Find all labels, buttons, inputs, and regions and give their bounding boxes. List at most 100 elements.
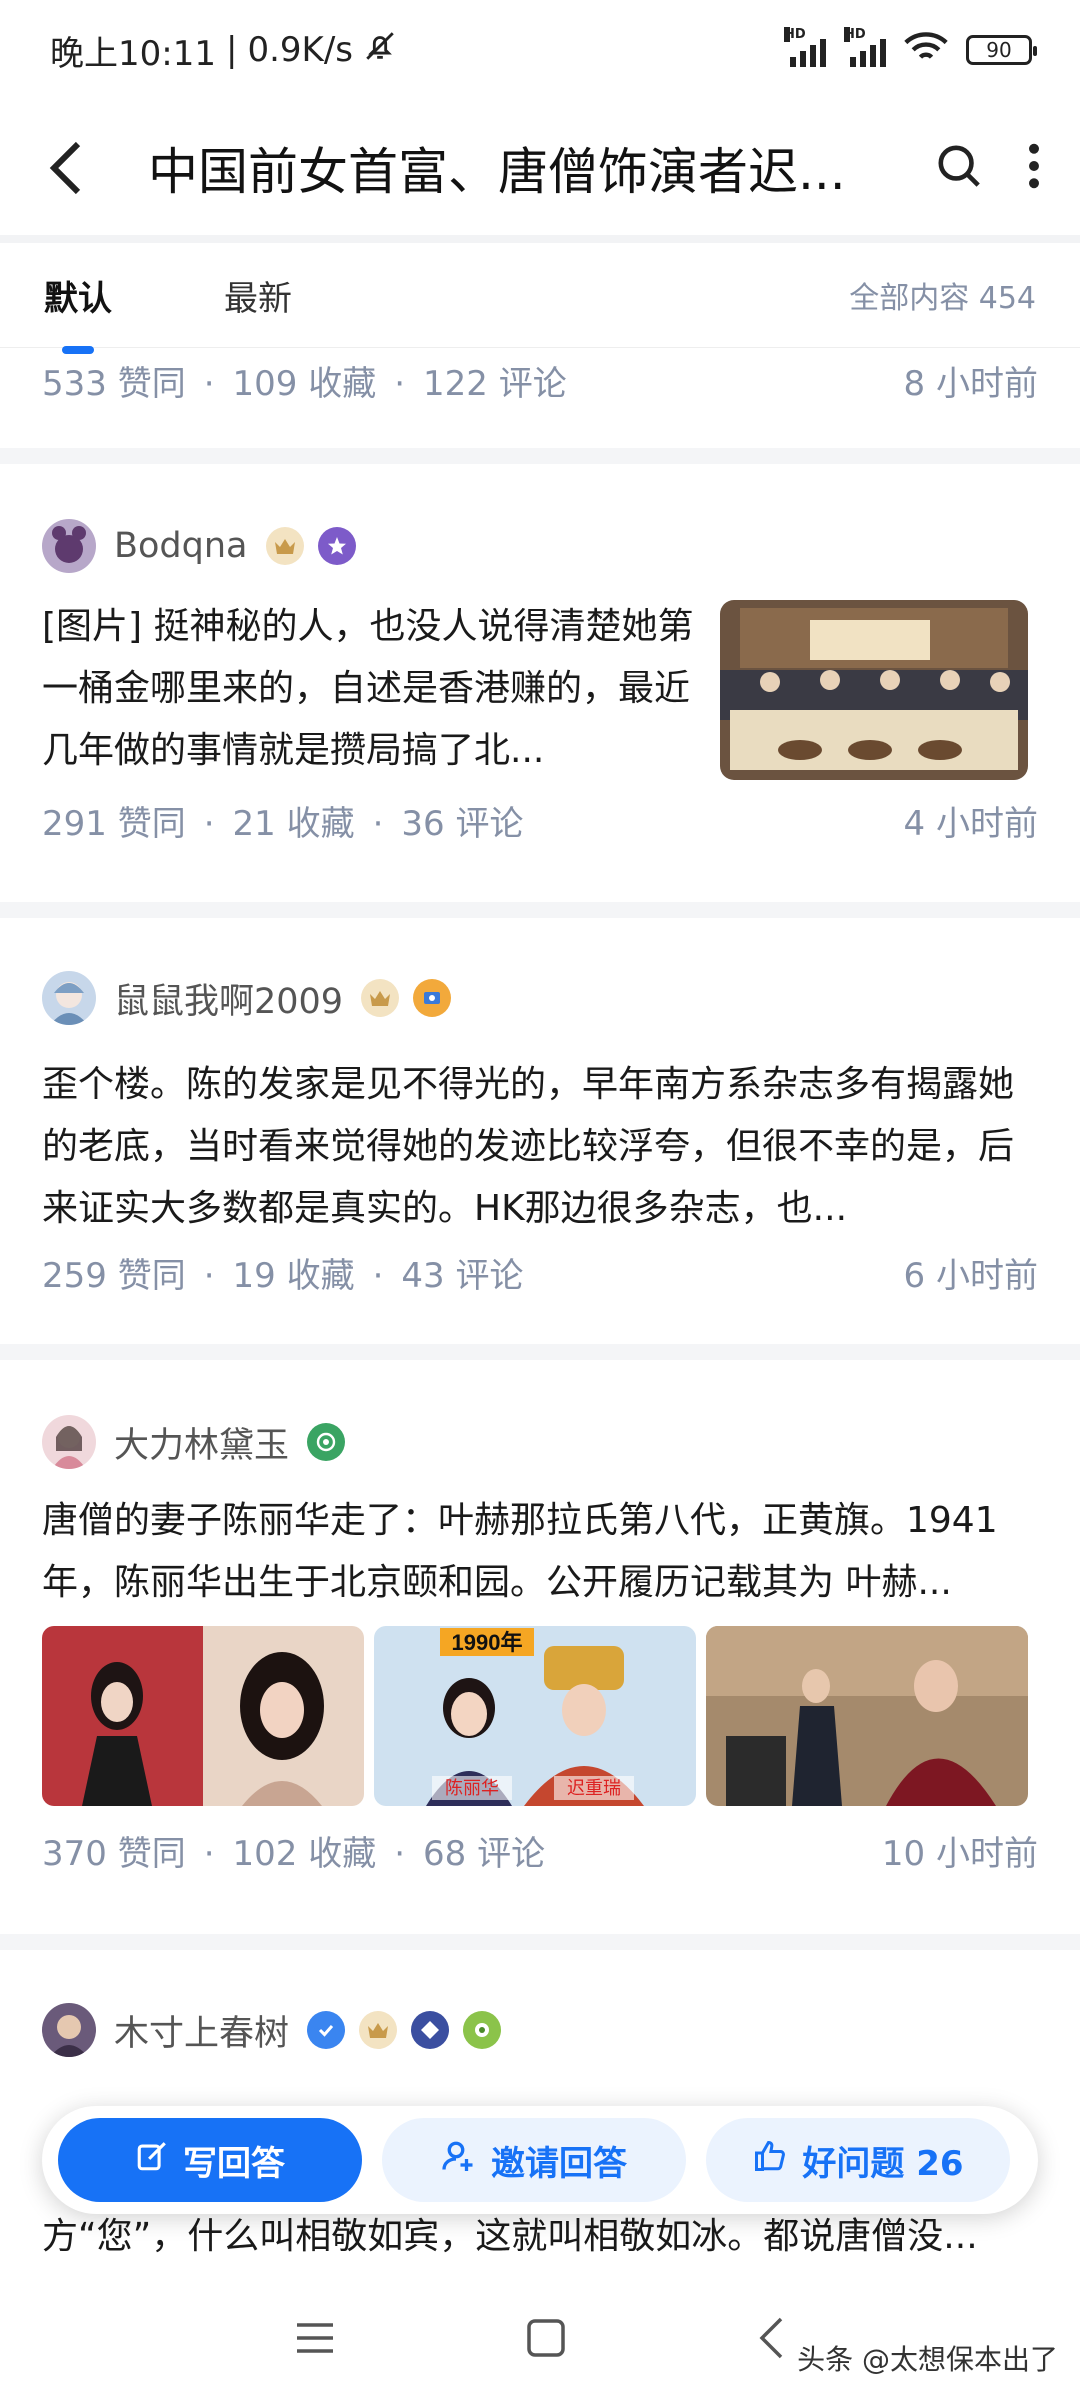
content-count: 全部内容 454 [849, 281, 1036, 316]
menu-icon[interactable] [295, 2320, 335, 2360]
image-label-right: 迟重瑞 [567, 1778, 621, 1798]
bell-muted-icon [363, 29, 397, 72]
answer-body[interactable]: [图片] 挺神秘的人，也没人说得清楚她第一桶金哪里来的，自述是香港赚的，最近几年… [42, 596, 1038, 782]
author-row[interactable]: Bodqna [42, 516, 1038, 576]
hd-label-2: HD [844, 27, 866, 42]
author-name[interactable]: 木寸上春树 [114, 2005, 289, 2056]
wifi-icon [904, 31, 948, 70]
battery-icon: 90 [966, 35, 1037, 65]
more-vertical-icon[interactable] [1028, 143, 1040, 193]
likes-count: 533 赞同 [42, 364, 186, 404]
favorites-count: 21 收藏 [232, 804, 355, 844]
tab-bar: 默认 最新 全部内容 454 [0, 243, 1080, 354]
header-actions [936, 143, 1040, 193]
answer-stats: 259 赞同 · 19 收藏 · 43 评论 6 小时前 [42, 1248, 1038, 1297]
author-name[interactable]: Bodqna [114, 526, 248, 566]
tab-latest[interactable]: 最新 [224, 271, 292, 320]
thumbs-up-icon [752, 2138, 788, 2183]
answer-card-2[interactable]: Bodqna [图片] 挺神秘的人，也没人说得清楚她第一桶金哪里来的，自述是香港… [0, 516, 1080, 845]
avatar[interactable] [42, 1415, 96, 1469]
likes-count: 370 赞同 [42, 1834, 186, 1874]
author-row[interactable]: 鼠鼠我啊2009 [42, 968, 1038, 1028]
header: 中国前女首富、唐僧饰演者迟... [0, 100, 1080, 235]
answer-time: 10 小时前 [881, 1834, 1038, 1874]
answer-image-row[interactable]: 1990年 陈丽华 迟重瑞 [42, 1626, 1038, 1806]
status-time: 晚上10:11 [50, 33, 216, 74]
edit-icon [135, 2139, 169, 2182]
header-divider [0, 235, 1080, 243]
comments-count: 122 评论 [423, 364, 567, 404]
card-separator [0, 1934, 1080, 1950]
search-icon[interactable] [936, 143, 982, 193]
watermark: 头条 @太想保本出了 [797, 2343, 1058, 2376]
comments-count: 68 评论 [423, 1834, 546, 1874]
likes-count: 259 赞同 [42, 1256, 186, 1296]
answer-card-3[interactable]: 鼠鼠我啊2009 歪个楼。陈的发家是见不得光的，早年南方系杂志多有揭露她的老底，… [0, 968, 1080, 1297]
battery-level: 90 [986, 38, 1012, 62]
author-name[interactable]: 大力林黛玉 [114, 1417, 289, 1468]
answer-thumbnail[interactable] [720, 600, 1028, 780]
back-nav-icon[interactable] [757, 2316, 785, 2364]
crown-badge-icon [359, 2011, 398, 2049]
answer-image-1[interactable] [42, 1626, 364, 1806]
home-icon[interactable] [526, 2318, 566, 2362]
diamond-badge-icon [411, 2011, 450, 2049]
answer-image-2[interactable]: 1990年 陈丽华 迟重瑞 [374, 1626, 696, 1806]
card-separator [0, 1344, 1080, 1360]
answer-card-4[interactable]: 大力林黛玉 唐僧的妻子陈丽华走了：叶赫那拉氏第八代，正黄旗。1941年，陈丽华出… [0, 1412, 1080, 1875]
author-row[interactable]: 大力林黛玉 [42, 1412, 1038, 1472]
image-caption: 1990年 [452, 1630, 523, 1655]
author-row[interactable]: 木寸上春树 [42, 2000, 1038, 2060]
answer-excerpt[interactable]: 唐僧的妻子陈丽华走了：叶赫那拉氏第八代，正黄旗。1941年，陈丽华出生于北京颐和… [42, 1490, 1038, 1614]
crown-badge-icon [361, 979, 400, 1017]
hd-label: HD [784, 27, 806, 42]
page-title: 中国前女首富、唐僧饰演者迟... [148, 142, 846, 201]
status-separator: | [225, 30, 238, 70]
avatar[interactable] [42, 519, 96, 573]
image-label-left: 陈丽华 [445, 1778, 499, 1798]
answer-image-3[interactable] [706, 1626, 1028, 1806]
favorites-count: 102 收藏 [232, 1834, 377, 1874]
signal-icon-2: HD [844, 27, 886, 67]
add-user-icon [441, 2138, 477, 2183]
answer-stats: 533 赞同 · 109 收藏 · 122 评论 8 小时前 [42, 356, 1038, 405]
verified-icon [307, 2011, 346, 2049]
good-question-label: 好问题 26 [802, 2143, 964, 2184]
answer-stats: 291 赞同 · 21 收藏 · 36 评论 4 小时前 [42, 796, 1038, 845]
answer-time: 8 小时前 [903, 364, 1038, 404]
answer-time: 6 小时前 [903, 1256, 1038, 1296]
leaf-badge-icon [463, 2011, 502, 2049]
write-answer-button[interactable]: 写回答 [58, 2118, 362, 2202]
good-question-button[interactable]: 好问题 26 [706, 2118, 1010, 2202]
write-answer-label: 写回答 [183, 2143, 285, 2184]
crown-badge-icon [265, 527, 304, 565]
status-bar: 晚上10:11 | 0.9K/s HD HD 90 [0, 0, 1080, 100]
author-name[interactable]: 鼠鼠我啊2009 [114, 973, 343, 1024]
answer-time: 4 小时前 [903, 804, 1038, 844]
status-left: 晚上10:11 | 0.9K/s [50, 26, 397, 75]
answer-excerpt[interactable]: 方“您”，什么叫相敬如宾，这就叫相敬如冰。都说唐僧没... [42, 2206, 1038, 2268]
favorites-count: 19 收藏 [232, 1256, 355, 1296]
back-icon[interactable] [48, 138, 98, 198]
avatar[interactable] [42, 971, 96, 1025]
signal-icon: HD [784, 27, 826, 67]
comments-count: 36 评论 [401, 804, 524, 844]
answer-card-1[interactable]: 533 赞同 · 109 收藏 · 122 评论 8 小时前 [0, 356, 1080, 405]
answer-stats: 370 赞同 · 102 收藏 · 68 评论 10 小时前 [42, 1826, 1038, 1875]
status-speed: 0.9K/s [247, 30, 353, 70]
tab-default[interactable]: 默认 [44, 271, 112, 354]
invite-answer-button[interactable]: 邀请回答 [382, 2118, 686, 2202]
answer-excerpt: [图片] 挺神秘的人，也没人说得清楚她第一桶金哪里来的，自述是香港赚的，最近几年… [42, 606, 694, 771]
favorites-count: 109 收藏 [232, 364, 377, 404]
answer-excerpt[interactable]: 歪个楼。陈的发家是见不得光的，早年南方系杂志多有揭露她的老底，当时看来觉得她的发… [42, 1054, 1038, 1240]
card-separator [0, 448, 1080, 464]
invite-answer-label: 邀请回答 [491, 2143, 627, 2184]
green-badge-icon [307, 1423, 346, 1461]
avatar[interactable] [42, 2003, 96, 2057]
bottom-action-bar: 写回答 邀请回答 好问题 26 [42, 2106, 1038, 2214]
star-badge-icon [317, 527, 356, 565]
medal-badge-icon [413, 979, 452, 1017]
likes-count: 291 赞同 [42, 804, 186, 844]
card-separator [0, 902, 1080, 918]
comments-count: 43 评论 [401, 1256, 524, 1296]
